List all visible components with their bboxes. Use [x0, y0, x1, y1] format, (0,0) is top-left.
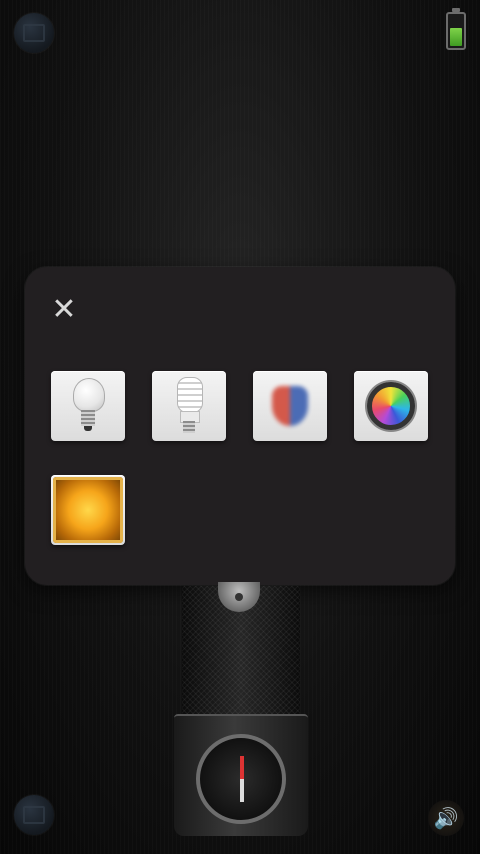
flashlight [174, 582, 308, 854]
battery-level-fill [450, 27, 462, 46]
battery-icon [446, 8, 466, 50]
amber-warning-light-option[interactable] [51, 475, 125, 545]
color-wheel-icon [367, 382, 415, 430]
top-left-menu-button[interactable] [14, 13, 54, 53]
sound-button[interactable]: 🔊 [428, 800, 464, 836]
light-picker-dialog: ✕ [25, 267, 455, 585]
amber-light-icon [53, 477, 123, 543]
shield-light-option[interactable] [253, 371, 327, 441]
shield-icon [272, 386, 308, 426]
compass-needle [240, 756, 244, 802]
flashlight-head [174, 714, 308, 836]
incandescent-bulb-option[interactable] [51, 371, 125, 441]
speaker-icon: 🔊 [433, 806, 459, 830]
bulb-icon [73, 378, 105, 434]
close-button[interactable]: ✕ [49, 295, 79, 325]
bottom-left-grid-button[interactable] [14, 795, 54, 835]
close-icon: ✕ [51, 292, 77, 327]
compass-icon [196, 734, 286, 824]
compact-fluorescent-bulb-option[interactable] [152, 371, 226, 441]
menu-icon [23, 24, 45, 42]
cfl-bulb-icon [174, 377, 204, 435]
grid-icon [23, 806, 45, 824]
color-light-option[interactable] [354, 371, 428, 441]
